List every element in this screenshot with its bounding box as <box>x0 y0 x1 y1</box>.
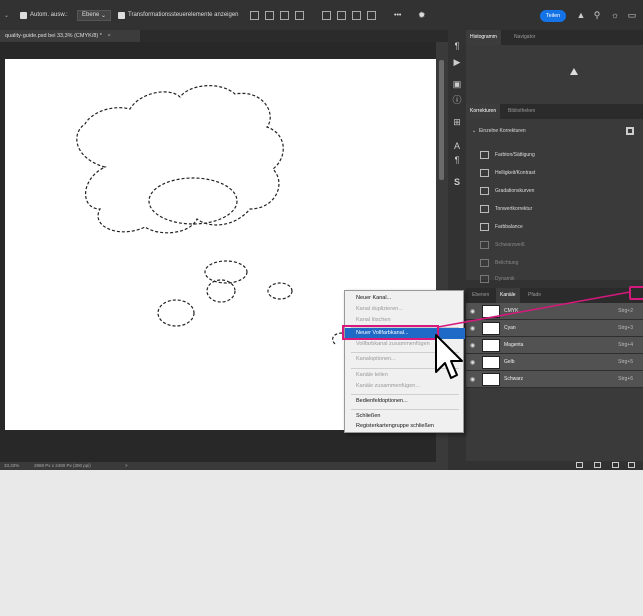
annotation-line <box>437 291 631 328</box>
mouse-pointer-icon <box>435 334 463 379</box>
annotation-callout-box <box>629 286 643 300</box>
photoshop-window: ⌄ Autom. ausw.: Ebene ⌄ Transformationss… <box>0 0 643 470</box>
